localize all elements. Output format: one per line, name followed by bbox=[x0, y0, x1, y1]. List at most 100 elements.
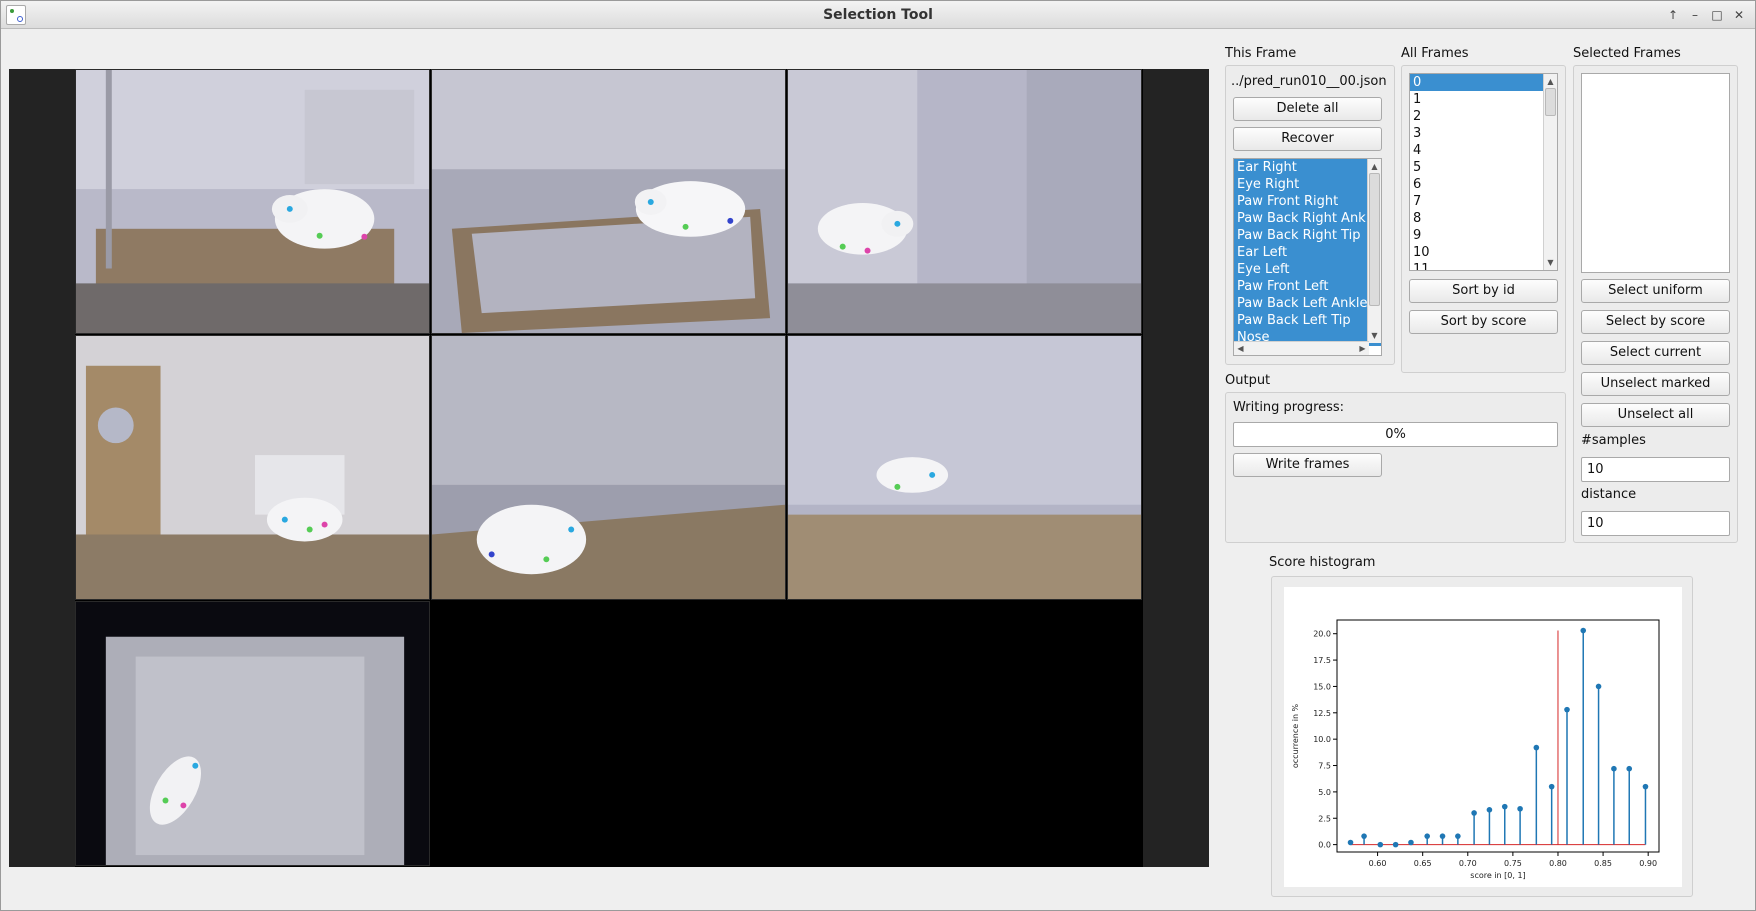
window-title: Selection Tool bbox=[823, 7, 933, 23]
close-button[interactable]: ✕ bbox=[1731, 7, 1747, 23]
x-tick-label: 0.60 bbox=[1369, 859, 1387, 868]
camera-view-5[interactable] bbox=[431, 335, 786, 600]
stem-marker bbox=[1408, 839, 1414, 846]
delete-all-button[interactable]: Delete all bbox=[1233, 97, 1382, 121]
write-frames-button[interactable]: Write frames bbox=[1233, 453, 1382, 477]
selected-frames-label: Selected Frames bbox=[1573, 46, 1681, 61]
x-tick-label: 0.75 bbox=[1504, 859, 1522, 868]
select-current-button[interactable]: Select current bbox=[1581, 341, 1730, 365]
keypoint-item[interactable]: Paw Front Right bbox=[1234, 193, 1381, 210]
keypoint-list-items: Ear Right Eye Right Paw Front Right Paw Bac… bbox=[1234, 159, 1381, 346]
keypoint-item[interactable]: Paw Back Left Ankle bbox=[1234, 295, 1381, 312]
all-frames-group: 0 1 2 3 4 5 6 7 8 9 10 11 ▲ ▼ Sort by id Sort by sc… bbox=[1401, 65, 1566, 373]
frame-list-item[interactable]: 3 bbox=[1410, 125, 1557, 142]
camera-image-2 bbox=[432, 70, 785, 333]
frame-list-item[interactable]: 1 bbox=[1410, 91, 1557, 108]
camera-view-2[interactable] bbox=[431, 69, 786, 334]
sort-by-score-button[interactable]: Sort by score bbox=[1409, 310, 1558, 334]
keypoint-item[interactable]: Paw Back Right Ank bbox=[1234, 210, 1381, 227]
selected-frames-list[interactable] bbox=[1581, 73, 1730, 273]
camera-image-6 bbox=[788, 336, 1141, 599]
keypoint-list-vscrollbar[interactable]: ▲ ▼ bbox=[1367, 159, 1381, 343]
stem-marker bbox=[1548, 783, 1555, 790]
camera-view-6[interactable] bbox=[787, 335, 1142, 600]
stem-marker bbox=[1580, 627, 1587, 634]
score-histogram-group: 0.60 0.65 0.70 0.75 0.80 0.85 0.90 0.0 2.5 5.0 7.5… bbox=[1271, 576, 1693, 897]
score-histogram-chart: 0.60 0.65 0.70 0.75 0.80 0.85 0.90 0.0 2.5 5.0 7.5… bbox=[1291, 619, 1660, 880]
score-histogram-plot: 0.60 0.65 0.70 0.75 0.80 0.85 0.90 0.0 2.5 5.0 7.5… bbox=[1284, 587, 1682, 887]
camera-view-7[interactable] bbox=[75, 601, 430, 866]
camera-image-4 bbox=[76, 336, 429, 599]
stem-marker bbox=[1455, 833, 1461, 839]
scroll-thumb[interactable] bbox=[1545, 88, 1556, 116]
scroll-left-icon[interactable]: ◀ bbox=[1234, 342, 1247, 355]
all-frames-vscrollbar[interactable]: ▲ ▼ bbox=[1543, 74, 1557, 270]
camera-view-3[interactable] bbox=[787, 69, 1142, 334]
samples-input[interactable]: 10 bbox=[1581, 457, 1730, 482]
recover-button[interactable]: Recover bbox=[1233, 127, 1382, 151]
plot-frame bbox=[1336, 619, 1660, 853]
scroll-right-icon[interactable]: ▶ bbox=[1356, 342, 1369, 355]
unselect-all-button[interactable]: Unselect all bbox=[1581, 403, 1730, 427]
y-axis-label: occurrence in % bbox=[1291, 703, 1300, 768]
frame-list-item[interactable]: 6 bbox=[1410, 176, 1557, 193]
y-tick-label: 15.0 bbox=[1313, 682, 1331, 691]
camera-viewer[interactable] bbox=[9, 69, 1209, 867]
stem-marker bbox=[1533, 744, 1540, 751]
frame-list-item[interactable]: 8 bbox=[1410, 210, 1557, 227]
select-uniform-button[interactable]: Select uniform bbox=[1581, 279, 1730, 303]
unselect-marked-button[interactable]: Unselect marked bbox=[1581, 372, 1730, 396]
frame-list-item[interactable]: 11 bbox=[1410, 261, 1557, 270]
keypoint-item[interactable]: Paw Back Right Tip bbox=[1234, 227, 1381, 244]
x-tick-label: 0.65 bbox=[1414, 859, 1432, 868]
scroll-down-icon[interactable]: ▼ bbox=[1368, 329, 1381, 342]
selected-frames-group: Select uniform Select by score Select cu… bbox=[1573, 65, 1738, 543]
keypoint-item[interactable]: Paw Back Left Tip bbox=[1234, 312, 1381, 329]
frame-list-item[interactable]: 5 bbox=[1410, 159, 1557, 176]
frame-filename: ../pred_run010__00.json bbox=[1231, 74, 1387, 89]
select-by-score-button[interactable]: Select by score bbox=[1581, 310, 1730, 334]
distance-input[interactable]: 10 bbox=[1581, 511, 1730, 536]
stem-marker bbox=[1361, 833, 1367, 839]
stem-marker bbox=[1347, 839, 1354, 846]
camera-image-1 bbox=[76, 70, 429, 333]
frame-list-item[interactable]: 4 bbox=[1410, 142, 1557, 159]
y-tick-label: 2.5 bbox=[1318, 814, 1331, 823]
this-frame-group: ../pred_run010__00.json Delete all Recov… bbox=[1225, 65, 1395, 365]
scroll-up-icon[interactable]: ▲ bbox=[1368, 160, 1381, 173]
minimize-button[interactable]: – bbox=[1687, 7, 1703, 23]
y-tick-label: 7.5 bbox=[1318, 762, 1331, 771]
keep-above-button[interactable]: ↑ bbox=[1665, 7, 1681, 23]
y-tick-label: 17.5 bbox=[1313, 656, 1331, 665]
keypoint-list-hscrollbar[interactable]: ◀ ▶ bbox=[1234, 341, 1369, 355]
title-bar: Selection Tool ↑ – □ ✕ bbox=[1, 1, 1755, 29]
stem-marker bbox=[1392, 841, 1399, 848]
frame-list-item[interactable]: 7 bbox=[1410, 193, 1557, 210]
keypoint-list[interactable]: Ear Right Eye Right Paw Front Right Paw Bac… bbox=[1233, 158, 1382, 356]
all-frames-list[interactable]: 0 1 2 3 4 5 6 7 8 9 10 11 ▲ ▼ bbox=[1409, 73, 1558, 271]
keypoint-item[interactable]: Ear Right bbox=[1234, 159, 1381, 176]
stem-marker bbox=[1642, 783, 1649, 790]
keypoint-item[interactable]: Eye Right bbox=[1234, 176, 1381, 193]
scroll-thumb[interactable] bbox=[1369, 173, 1380, 306]
frame-list-item[interactable]: 0 bbox=[1410, 74, 1557, 91]
camera-view-1[interactable] bbox=[75, 69, 430, 334]
stem-marker bbox=[1439, 833, 1446, 839]
camera-view-4[interactable] bbox=[75, 335, 430, 600]
keypoint-item[interactable]: Ear Left bbox=[1234, 244, 1381, 261]
keypoint-item[interactable]: Paw Front Left bbox=[1234, 278, 1381, 295]
maximize-button[interactable]: □ bbox=[1709, 7, 1725, 23]
selection-tool-window: Selection Tool ↑ – □ ✕ This Frame ../pre… bbox=[0, 0, 1756, 911]
frame-list-item[interactable]: 9 bbox=[1410, 227, 1557, 244]
keypoint-item[interactable]: Eye Left bbox=[1234, 261, 1381, 278]
x-tick-label: 0.70 bbox=[1459, 859, 1477, 868]
frame-list-item[interactable]: 10 bbox=[1410, 244, 1557, 261]
score-histogram-label: Score histogram bbox=[1269, 555, 1376, 570]
stem-marker bbox=[1595, 683, 1602, 690]
scroll-up-icon[interactable]: ▲ bbox=[1544, 75, 1557, 88]
camera-grid bbox=[75, 69, 1143, 867]
frame-list-item[interactable]: 2 bbox=[1410, 108, 1557, 125]
sort-by-id-button[interactable]: Sort by id bbox=[1409, 279, 1558, 303]
scroll-down-icon[interactable]: ▼ bbox=[1544, 256, 1557, 269]
all-frames-list-items: 0 1 2 3 4 5 6 7 8 9 10 11 bbox=[1410, 74, 1557, 270]
